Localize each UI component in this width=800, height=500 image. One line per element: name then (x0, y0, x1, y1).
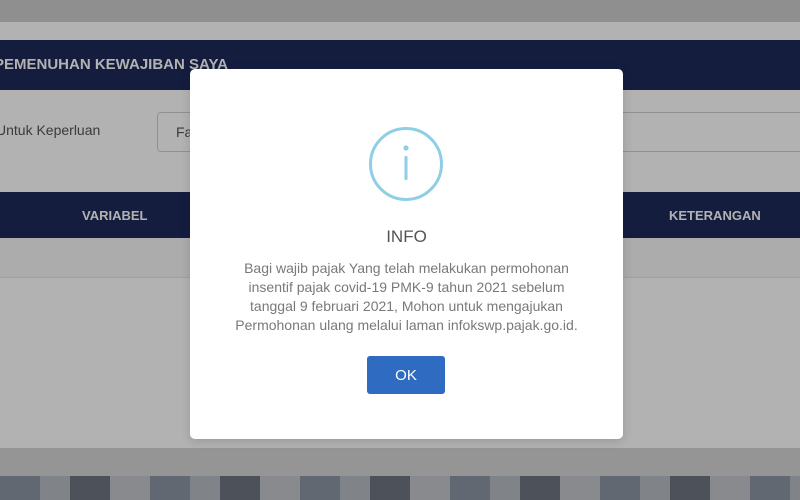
message-line: Bagi wajib pajak Yang telah melakukan pe… (244, 260, 569, 276)
dialog-title: INFO (386, 227, 427, 246)
ok-button[interactable]: OK (367, 356, 445, 394)
dialog-message: Bagi wajib pajak Yang telah melakukan pe… (220, 259, 593, 335)
info-icon (369, 127, 443, 201)
message-line: Permohonan ulang melalui laman infokswp.… (235, 317, 578, 333)
message-line: insentif pajak covid-19 PMK-9 tahun 2021… (248, 279, 565, 295)
info-dialog: INFO Bagi wajib pajak Yang telah melakuk… (190, 69, 623, 439)
message-line: tanggal 9 februari 2021, Mohon untuk men… (250, 298, 563, 314)
